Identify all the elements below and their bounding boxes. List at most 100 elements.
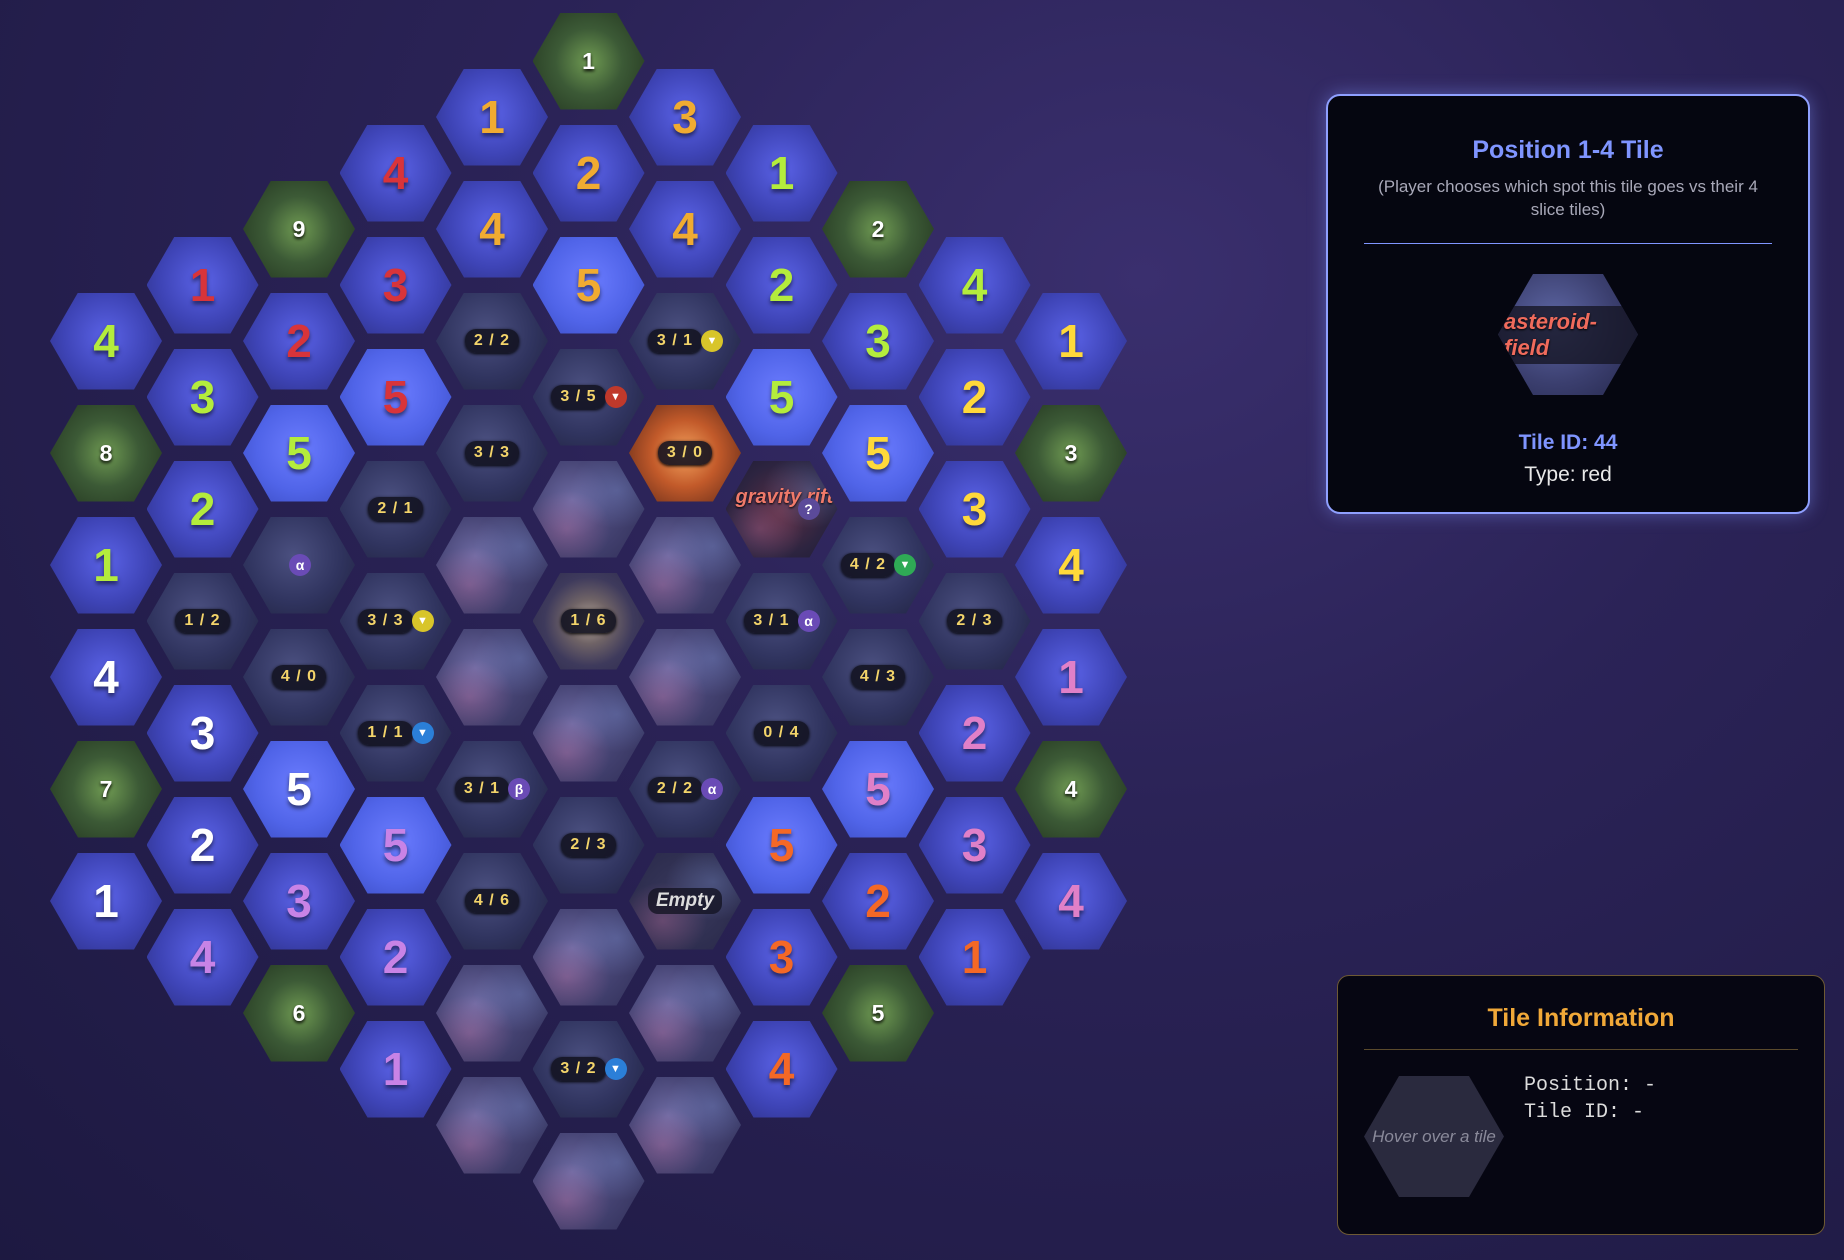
map-tile-num[interactable]: 2 (243, 292, 355, 390)
map-tile-home[interactable]: 8 (50, 404, 162, 502)
resource-influence-pill: 2 / 2 (647, 777, 703, 801)
map-tile-planet[interactable]: 0 / 4 (725, 684, 838, 782)
map-tile-planet[interactable]: 3 / 2 ▼ (532, 1020, 645, 1118)
map-tile-home[interactable]: 4 (1015, 740, 1127, 838)
map-tile-nebula[interactable] (629, 964, 741, 1062)
map-tile-num[interactable]: 1 (725, 124, 838, 222)
map-tile-num[interactable]: 3 (918, 796, 1031, 894)
map-tile-planet[interactable]: 3 / 3 ▼ (339, 572, 452, 670)
map-tile-planet[interactable]: 2 / 3 (918, 572, 1031, 670)
map-tile-nebula[interactable] (532, 1132, 645, 1230)
map-tile-num[interactable]: 3 (146, 348, 259, 446)
map-tile-num[interactable]: 3 (339, 236, 452, 334)
map-tile-nebula[interactable] (532, 908, 645, 1006)
map-tile-num[interactable]: 4 (725, 1020, 838, 1118)
map-tile-num[interactable]: 3 (918, 460, 1031, 558)
map-tile-planet[interactable]: 4 / 6 (436, 852, 548, 950)
map-tile-rift[interactable]: gravity rift? (725, 460, 838, 558)
map-tile-num[interactable]: 1 (339, 1020, 452, 1118)
map-tile-nebula[interactable] (436, 964, 548, 1062)
map-tile-num[interactable]: 5 (339, 796, 452, 894)
map-tile-home[interactable]: 6 (243, 964, 355, 1062)
map-tile-planet[interactable]: 3 / 5 ▼ (532, 348, 645, 446)
map-tile-num[interactable]: 4 (918, 236, 1031, 334)
map-tile-num[interactable]: 4 (339, 124, 452, 222)
selected-tile-subtitle: (Player chooses which spot this tile goe… (1378, 177, 1758, 219)
map-tile-planet[interactable]: 2 / 2α (629, 740, 741, 838)
map-tile-home[interactable]: 5 (822, 964, 934, 1062)
map-tile-planet[interactable]: α (243, 516, 355, 614)
map-tile-num[interactable]: 1 (146, 236, 259, 334)
map-tile-nebula[interactable] (436, 1076, 548, 1174)
resource-influence-pill: 3 / 0 (657, 441, 713, 465)
map-tile-num[interactable]: 4 (436, 180, 548, 278)
map-tile-num[interactable]: 1 (1015, 628, 1127, 726)
map-tile-planet[interactable]: 1 / 1 ▼ (339, 684, 452, 782)
map-tile-num[interactable]: 5 (725, 796, 838, 894)
map-tile-nebula[interactable] (629, 1076, 741, 1174)
map-tile-planet[interactable]: 4 / 2 ▼ (822, 516, 934, 614)
map-tile-planet[interactable]: 2 / 3 (532, 796, 645, 894)
map-tile-planet[interactable]: 2 / 1 (339, 460, 452, 558)
map-tile-num[interactable]: 2 (146, 460, 259, 558)
map-tile-nebula[interactable] (436, 516, 548, 614)
map-tile-planet[interactable]: 3 / 3 (436, 404, 548, 502)
resource-influence-pill: 3 / 1 (454, 777, 510, 801)
map-tile-num[interactable]: 4 (146, 908, 259, 1006)
selected-tile-preview[interactable]: asteroid-field (1498, 274, 1638, 395)
map-tile-planet[interactable]: 4 / 0 (243, 628, 355, 726)
map-tile-num[interactable]: 2 (339, 908, 452, 1006)
slice-number: 4 (382, 147, 409, 199)
home-system-number: 7 (99, 775, 113, 802)
map-tile-home[interactable]: 3 (1015, 404, 1127, 502)
map-tile-num[interactable]: 4 (629, 180, 741, 278)
map-tile-nebula[interactable] (532, 460, 645, 558)
map-tile-nebula[interactable] (532, 684, 645, 782)
map-tile-num[interactable]: 4 (1015, 852, 1127, 950)
map-tile-planet[interactable]: 3 / 1 ▼ (629, 292, 741, 390)
map-tile-num[interactable]: 1 (436, 68, 548, 166)
map-tile-num[interactable]: 1 (918, 908, 1031, 1006)
map-tile-home[interactable]: 1 (532, 12, 645, 110)
tech-skip-icon: ▼ (701, 329, 723, 352)
map-tile-num[interactable]: 4 (50, 628, 162, 726)
map-tile-num[interactable]: 3 (822, 292, 934, 390)
map-tile-num[interactable]: 3 (629, 68, 741, 166)
map-tile-num[interactable]: 3 (725, 908, 838, 1006)
map-tile-supernova[interactable]: 3 / 0 (629, 404, 741, 502)
map-tile-empty[interactable]: Empty (629, 852, 741, 950)
map-tile-nebula[interactable] (629, 516, 741, 614)
map-tile-num[interactable]: 5 (822, 740, 934, 838)
map-tile-num[interactable]: 2 (725, 236, 838, 334)
map-tile-home[interactable]: 7 (50, 740, 162, 838)
map-tile-planet[interactable]: 2 / 2 (436, 292, 548, 390)
map-tile-planet[interactable]: 1 / 2 (146, 572, 259, 670)
map-tile-planet[interactable]: 3 / 1α (725, 572, 838, 670)
map-tile-home[interactable]: 9 (243, 180, 355, 278)
map-tile-home[interactable]: 2 (822, 180, 934, 278)
map-tile-num[interactable]: 1 (50, 852, 162, 950)
map-tile-num[interactable]: 4 (50, 292, 162, 390)
map-tile-num[interactable]: 4 (1015, 516, 1127, 614)
map-tile-num[interactable]: 2 (822, 852, 934, 950)
map-tile-num[interactable]: 5 (243, 404, 355, 502)
map-tile-num[interactable]: 5 (532, 236, 645, 334)
map-tile-nebula[interactable] (629, 628, 741, 726)
map-tile-num[interactable]: 5 (725, 348, 838, 446)
map-tile-num[interactable]: 1 (1015, 292, 1127, 390)
map-tile-nebula[interactable] (436, 628, 548, 726)
map-tile-planet[interactable]: 4 / 3 (822, 628, 934, 726)
map-tile-num[interactable]: 3 (146, 684, 259, 782)
map-tile-center[interactable]: 1 / 6 (532, 572, 645, 670)
map-tile-num[interactable]: 1 (50, 516, 162, 614)
map-tile-num[interactable]: 2 (918, 684, 1031, 782)
map-tile-num[interactable]: 3 (243, 852, 355, 950)
map-tile-planet[interactable]: 3 / 1β (436, 740, 548, 838)
map-tile-num[interactable]: 2 (146, 796, 259, 894)
slice-number: 5 (286, 427, 312, 479)
map-tile-num[interactable]: 2 (532, 124, 645, 222)
map-tile-num[interactable]: 5 (243, 740, 355, 838)
map-tile-num[interactable]: 2 (918, 348, 1031, 446)
map-tile-num[interactable]: 5 (339, 348, 452, 446)
map-tile-num[interactable]: 5 (822, 404, 934, 502)
